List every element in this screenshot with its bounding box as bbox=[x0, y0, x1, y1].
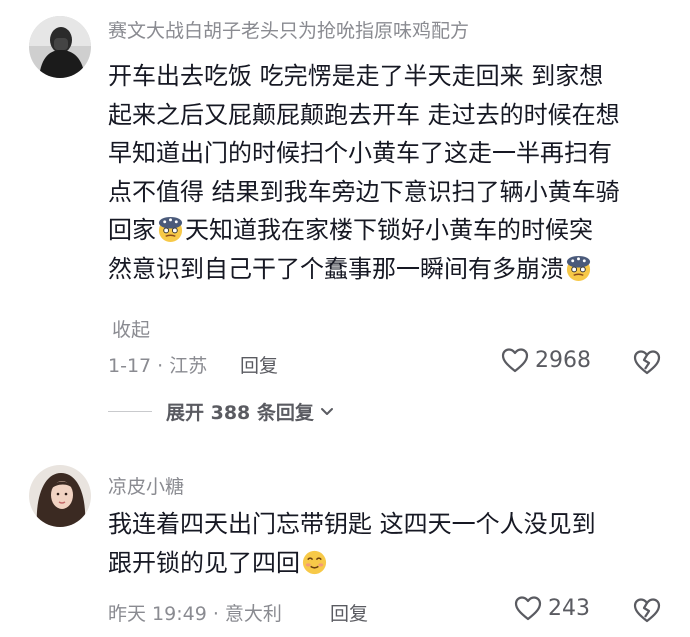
broken-heart-icon[interactable] bbox=[632, 595, 662, 625]
comment-line: 回家 天知道我在家楼下锁好小黄车的时候突 bbox=[108, 211, 620, 250]
comment-line: 我连着四天出门忘带钥匙 这四天一个人没见到 bbox=[108, 510, 596, 538]
like-button[interactable]: 243 bbox=[513, 594, 590, 622]
reply-button[interactable]: 回复 bbox=[240, 351, 278, 378]
reply-button[interactable]: 回复 bbox=[330, 599, 368, 626]
dizzy-face-emoji bbox=[566, 255, 591, 281]
divider bbox=[108, 410, 152, 413]
like-count: 243 bbox=[548, 595, 590, 621]
comment-date-location: 1-17 · 江苏 bbox=[108, 355, 208, 377]
expand-replies-button[interactable]: 展开 388 条回复 bbox=[108, 398, 334, 425]
comment-line: 开车出去吃饭 吃完愣是走了半天走回来 到家想 bbox=[108, 62, 604, 90]
comment-text: 开车出去吃饭 吃完愣是走了半天走回来 到家想 起来之后又屁颠屁颠跑去开车 走过去… bbox=[108, 57, 620, 288]
avatar[interactable] bbox=[29, 465, 91, 527]
comment-line: 早知道出门的时候扫个小黄车了这走一半再扫有 bbox=[108, 139, 612, 167]
username[interactable]: 凉皮小糖 bbox=[108, 472, 184, 499]
comment-text: 我连着四天出门忘带钥匙 这四天一个人没见到 跟开锁的见了四回 bbox=[108, 505, 596, 582]
comment-line: 跟开锁的见了四回 bbox=[108, 544, 596, 583]
heart-outline-icon bbox=[514, 596, 542, 621]
comment-line: 起来之后又屁颠屁颠跑去开车 走过去的时候在想 bbox=[108, 100, 620, 129]
username[interactable]: 赛文大战白胡子老头只为抢吮指原味鸡配方 bbox=[108, 16, 469, 43]
comment-line-segment: 然意识到自己干了个蠢事那一瞬间有多崩溃 bbox=[108, 254, 564, 283]
comment-date-location: 昨天 19:49 · 意大利 bbox=[108, 603, 282, 625]
broken-heart-icon[interactable] bbox=[632, 347, 662, 377]
comment-line: 点不值得 结果到我车旁边下意识扫了辆小黄车骑 bbox=[108, 177, 620, 206]
comment-line-segment: 天知道我在家楼下锁好小黄车的时候突 bbox=[185, 216, 593, 244]
heart-outline-icon bbox=[501, 348, 529, 373]
comment-line: 然意识到自己干了个蠢事那一瞬间有多崩溃 bbox=[108, 250, 620, 289]
comment-item: 赛文大战白胡子老头只为抢吮指原味鸡配方 开车出去吃饭 吃完愣是走了半天走回来 到… bbox=[0, 0, 690, 440]
comment-item: 凉皮小糖 我连着四天出门忘带钥匙 这四天一个人没见到 跟开锁的见了四回 昨天 1… bbox=[0, 455, 690, 637]
like-button[interactable]: 2968 bbox=[500, 346, 591, 374]
comment-line-segment: 跟开锁的见了四回 bbox=[108, 548, 300, 577]
comment-line-segment: 回家 bbox=[108, 216, 156, 244]
smiling-face-emoji bbox=[302, 550, 327, 574]
expand-replies-label: 展开 388 条回复 bbox=[166, 402, 314, 424]
avatar[interactable] bbox=[29, 16, 91, 78]
dizzy-face-emoji bbox=[158, 216, 183, 243]
chevron-down-icon bbox=[320, 407, 333, 415]
like-count: 2968 bbox=[535, 347, 591, 373]
collapse-button[interactable]: 收起 bbox=[112, 315, 150, 342]
